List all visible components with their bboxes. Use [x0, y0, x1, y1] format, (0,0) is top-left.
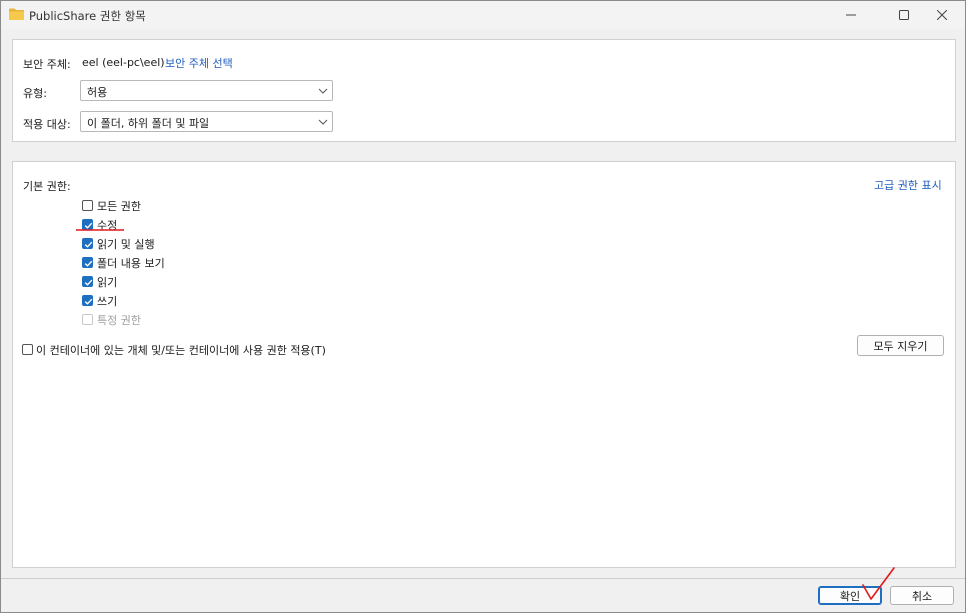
permission-entry-window: PublicShare 권한 항목 보안 주체: eel (eel-pc\eel…	[0, 0, 966, 613]
permission-label: 모든 권한	[97, 200, 141, 213]
red-checkmark-annotation	[862, 567, 895, 600]
footer-divider	[1, 578, 965, 579]
title-bar: PublicShare 권한 항목	[1, 1, 965, 29]
type-label: 유형:	[23, 87, 47, 100]
permission-label: 읽기 및 실행	[97, 238, 155, 251]
clear-all-button[interactable]: 모두 지우기	[857, 335, 944, 356]
close-icon	[937, 10, 947, 20]
permission-label: 쓰기	[97, 295, 118, 308]
check-icon	[84, 241, 93, 248]
minimize-button[interactable]	[828, 1, 874, 29]
checkbox[interactable]	[82, 200, 93, 211]
principal-value: eel (eel-pc\eel)	[82, 56, 165, 69]
applies-to-select[interactable]: 이 폴더, 하위 폴더 및 파일	[80, 111, 333, 132]
checkbox[interactable]	[82, 295, 93, 306]
show-advanced-permissions-link[interactable]: 고급 권한 표시	[874, 177, 942, 193]
close-button[interactable]	[919, 1, 965, 29]
check-icon	[84, 298, 93, 305]
type-value: 허용	[87, 86, 108, 99]
type-select[interactable]: 허용	[80, 80, 333, 101]
applies-to-label: 적용 대상:	[23, 118, 71, 131]
check-icon	[84, 279, 93, 286]
chevron-down-icon	[318, 119, 328, 125]
folder-icon	[9, 8, 24, 20]
permission-label: 폴더 내용 보기	[97, 257, 165, 270]
apply-to-container-label: 이 컨테이너에 있는 개체 및/또는 컨테이너에 사용 권한 적용(T)	[36, 344, 326, 357]
principal-label: 보안 주체:	[23, 58, 71, 71]
window-title: PublicShare 권한 항목	[29, 9, 146, 23]
applies-to-value: 이 폴더, 하위 폴더 및 파일	[87, 117, 210, 130]
cancel-button[interactable]: 취소	[890, 586, 954, 605]
checkbox[interactable]	[22, 344, 33, 355]
chevron-down-icon	[318, 88, 328, 94]
minimize-icon	[846, 14, 856, 16]
checkbox[interactable]	[82, 276, 93, 287]
principal-panel: 보안 주체: eel (eel-pc\eel) 보안 주체 선택 유형: 허용 …	[12, 39, 956, 142]
basic-permissions-label: 기본 권한:	[23, 180, 71, 193]
maximize-icon	[899, 10, 909, 20]
permission-label: 특정 권한	[97, 314, 141, 327]
check-icon	[84, 260, 93, 267]
select-principal-link[interactable]: 보안 주체 선택	[165, 55, 233, 71]
permissions-panel: 기본 권한: 고급 권한 표시 모든 권한 수정 읽기 및 실행 폴더 내용 보…	[12, 161, 956, 568]
checkbox[interactable]	[82, 257, 93, 268]
permission-label: 읽기	[97, 276, 118, 289]
checkbox	[82, 314, 93, 325]
red-underline-annotation	[76, 229, 124, 231]
checkbox[interactable]	[82, 238, 93, 249]
